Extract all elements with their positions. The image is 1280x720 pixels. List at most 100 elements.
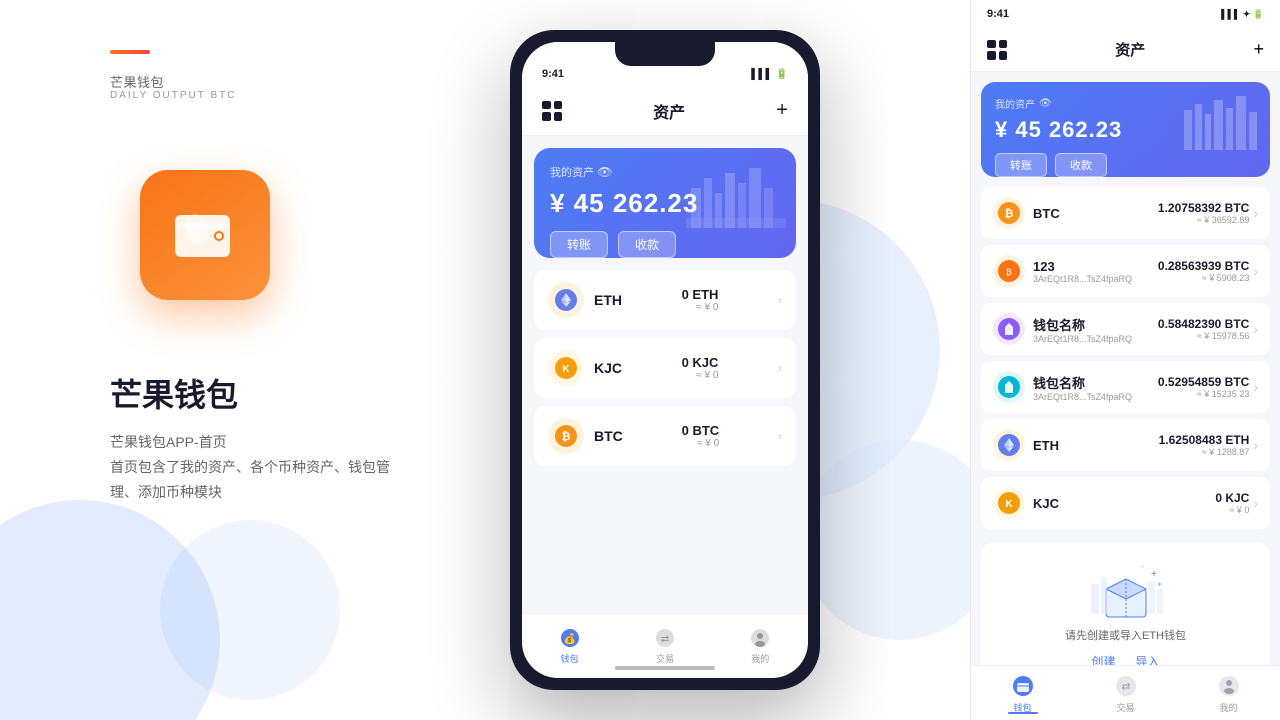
phone-eth-amounts: 0 ETH ≈ ¥ 0 bbox=[682, 287, 719, 313]
phone-home-indicator bbox=[615, 666, 715, 670]
phone-nav-trade[interactable]: ⇄ 交易 bbox=[654, 627, 676, 665]
right-eth-amount: 1.62508483 ETH bbox=[1159, 433, 1250, 447]
right-btc-info: BTC bbox=[1033, 206, 1158, 221]
phone-nav-grid-icon[interactable] bbox=[542, 101, 562, 121]
phone-screen: 9:41 ▌▌▌ 🔋 资产 + bbox=[522, 42, 808, 678]
right-asset-card: 我的资产 👁 ¥ 45 262.23 转账 收款 bbox=[981, 82, 1270, 177]
right-nav-grid-icon[interactable] bbox=[987, 40, 1007, 60]
right-wallet1-name: 钱包名称 bbox=[1033, 315, 1158, 334]
right-wallet2-amounts: 0.52954859 BTC ≈ ¥ 15235.23 bbox=[1158, 375, 1249, 399]
phone-eth-icon bbox=[548, 282, 584, 318]
phone-kjc-name: KJC bbox=[594, 360, 622, 376]
right-coin-btc[interactable]: ₿ BTC 1.20758392 BTC ≈ ¥ 36592.89 › bbox=[981, 187, 1270, 239]
phone-kjc-amounts: 0 KJC ≈ ¥ 0 bbox=[682, 355, 719, 381]
phone-coin-eth-left: ETH bbox=[548, 282, 622, 318]
city-svg bbox=[686, 158, 786, 228]
right-kjc-icon: K bbox=[993, 487, 1025, 519]
app-subtitle: DAILY OUTPUT BTC bbox=[110, 90, 236, 101]
phone-kjc-approx: ≈ ¥ 0 bbox=[682, 370, 719, 381]
phone-asset-card: 我的资产 👁 ¥ 45 262.23 转账 收款 bbox=[534, 148, 796, 258]
right-btc-icon: ₿ bbox=[993, 197, 1025, 229]
right-wallet1-icon bbox=[993, 313, 1025, 345]
phone-btc-icon: ₿ bbox=[548, 418, 584, 454]
right-kjc-amount: 0 KJC bbox=[1215, 491, 1249, 505]
right-123-info: 123 3ArEQt1R8...TsZ4fpaRQ bbox=[1033, 259, 1158, 284]
phone-nav-wallet-icon: 💰 bbox=[559, 627, 581, 649]
right-nav-bar: 资产 + bbox=[971, 28, 1280, 72]
right-receive-button[interactable]: 收款 bbox=[1055, 153, 1107, 177]
phone-nav-trade-label: 交易 bbox=[656, 652, 674, 665]
right-nav-mine[interactable]: 我的 bbox=[1216, 673, 1242, 714]
right-kjc-info: KJC bbox=[1033, 496, 1215, 511]
eth-create-illustration: + · ✦ bbox=[997, 559, 1254, 619]
right-coin-wallet1[interactable]: 钱包名称 3ArEQt1R8...TsZ4fpaRQ 0.58482390 BT… bbox=[981, 303, 1270, 355]
right-transfer-button[interactable]: 转账 bbox=[995, 153, 1047, 177]
phone-nav-wallet[interactable]: 💰 钱包 bbox=[559, 627, 581, 665]
right-coin-kjc[interactable]: K KJC 0 KJC ≈ ¥ 0 › bbox=[981, 477, 1270, 529]
svg-text:+: + bbox=[1151, 569, 1157, 580]
phone-eth-name: ETH bbox=[594, 292, 622, 308]
phone-btc-chevron: › bbox=[778, 429, 782, 443]
right-kjc-chevron: › bbox=[1253, 495, 1258, 511]
deco-circle-2 bbox=[160, 520, 340, 700]
right-kjc-amounts: 0 KJC ≈ ¥ 0 bbox=[1215, 491, 1249, 515]
right-nav-trade-icon: ⇄ bbox=[1113, 673, 1139, 699]
right-bottom-nav: 钱包 ⇄ 交易 我的 bbox=[971, 665, 1280, 720]
phone-coin-kjc[interactable]: K KJC 0 KJC ≈ ¥ 0 › bbox=[534, 338, 796, 398]
phone-eth-approx: ≈ ¥ 0 bbox=[682, 302, 719, 313]
phone-transfer-button[interactable]: 转账 bbox=[550, 231, 608, 258]
right-nav-wallet[interactable]: 钱包 bbox=[1010, 673, 1036, 714]
app-desc-line3: 理、添加币种模块 bbox=[110, 480, 450, 505]
phone-nav-mine[interactable]: 我的 bbox=[749, 627, 771, 665]
phone-btc-amounts: 0 BTC ≈ ¥ 0 bbox=[682, 423, 720, 449]
phone-time: 9:41 bbox=[542, 68, 564, 80]
right-asset-buttons: 转账 收款 bbox=[995, 153, 1256, 177]
right-coin-list: ₿ BTC 1.20758392 BTC ≈ ¥ 36592.89 › ₿ 12… bbox=[971, 187, 1280, 535]
right-wallet2-icon bbox=[993, 371, 1025, 403]
right-eth-chevron: › bbox=[1253, 437, 1258, 453]
right-status-icons: ▌▌▌ ✦ 🔋 bbox=[1221, 9, 1264, 20]
app-description: 芒果钱包APP-首页 首页包含了我的资产、各个币种资产、钱包管 理、添加币种模块 bbox=[110, 430, 450, 506]
eth-create-svg: + · ✦ bbox=[1086, 559, 1166, 619]
right-add-button[interactable]: + bbox=[1253, 39, 1264, 60]
phone-eye-icon[interactable]: 👁 bbox=[597, 165, 612, 179]
right-wallet2-amount: 0.52954859 BTC bbox=[1158, 375, 1249, 389]
right-eth-name: ETH bbox=[1033, 438, 1159, 453]
right-btc-amounts: 1.20758392 BTC ≈ ¥ 36592.89 bbox=[1158, 201, 1249, 225]
right-btc-chevron: › bbox=[1253, 205, 1258, 221]
right-123-amount: 0.28563939 BTC bbox=[1158, 259, 1249, 273]
phone-kjc-chevron: › bbox=[778, 361, 782, 375]
phone-coin-btc[interactable]: ₿ BTC 0 BTC ≈ ¥ 0 › bbox=[534, 406, 796, 466]
app-icon-svg bbox=[165, 195, 245, 275]
right-nav-mine-icon bbox=[1216, 673, 1242, 699]
svg-text:✦: ✦ bbox=[1156, 580, 1163, 589]
right-nav-trade[interactable]: ⇄ 交易 bbox=[1113, 673, 1139, 714]
right-btc-sub: ≈ ¥ 36592.89 bbox=[1158, 215, 1249, 225]
app-desc-line1: 芒果钱包APP-首页 bbox=[110, 430, 450, 455]
phone-receive-button[interactable]: 收款 bbox=[618, 231, 676, 258]
right-nav-mine-label: 我的 bbox=[1219, 701, 1237, 714]
phone-btc-amount: 0 BTC bbox=[682, 423, 720, 438]
right-eth-info: ETH bbox=[1033, 438, 1159, 453]
right-wallet1-addr: 3ArEQt1R8...TsZ4fpaRQ bbox=[1033, 334, 1158, 344]
phone-add-button[interactable]: + bbox=[776, 99, 788, 122]
right-wallet2-addr: 3ArEQt1R8...TsZ4fpaRQ bbox=[1033, 392, 1158, 402]
phone-nav-mine-label: 我的 bbox=[751, 652, 769, 665]
right-wallet-active-indicator bbox=[1008, 712, 1038, 714]
right-eth-amounts: 1.62508483 ETH ≈ ¥ 1288.87 bbox=[1159, 433, 1250, 457]
phone-coin-eth[interactable]: ETH 0 ETH ≈ ¥ 0 › bbox=[534, 270, 796, 330]
right-eye-icon[interactable]: 👁 bbox=[1039, 98, 1052, 109]
app-main-title: 芒果钱包 bbox=[110, 370, 238, 416]
right-123-name: 123 bbox=[1033, 259, 1158, 274]
right-coin-wallet2[interactable]: 钱包名称 3ArEQt1R8...TsZ4fpaRQ 0.52954859 BT… bbox=[981, 361, 1270, 413]
right-btc-amount: 1.20758392 BTC bbox=[1158, 201, 1249, 215]
right-coin-eth[interactable]: ETH 1.62508483 ETH ≈ ¥ 1288.87 › bbox=[981, 419, 1270, 471]
app-icon bbox=[140, 170, 270, 300]
right-wallet1-info: 钱包名称 3ArEQt1R8...TsZ4fpaRQ bbox=[1033, 315, 1158, 344]
right-wallet2-name: 钱包名称 bbox=[1033, 373, 1158, 392]
right-123-addr: 3ArEQt1R8...TsZ4fpaRQ bbox=[1033, 274, 1158, 284]
right-coin-123[interactable]: ₿ 123 3ArEQt1R8...TsZ4fpaRQ 0.28563939 B… bbox=[981, 245, 1270, 297]
right-panel: 9:41 ▌▌▌ ✦ 🔋 资产 + 我的资产 👁 ¥ 45 2 bbox=[970, 0, 1280, 720]
right-123-amounts: 0.28563939 BTC ≈ ¥ 5908.23 bbox=[1158, 259, 1249, 283]
svg-text:K: K bbox=[1005, 499, 1013, 510]
